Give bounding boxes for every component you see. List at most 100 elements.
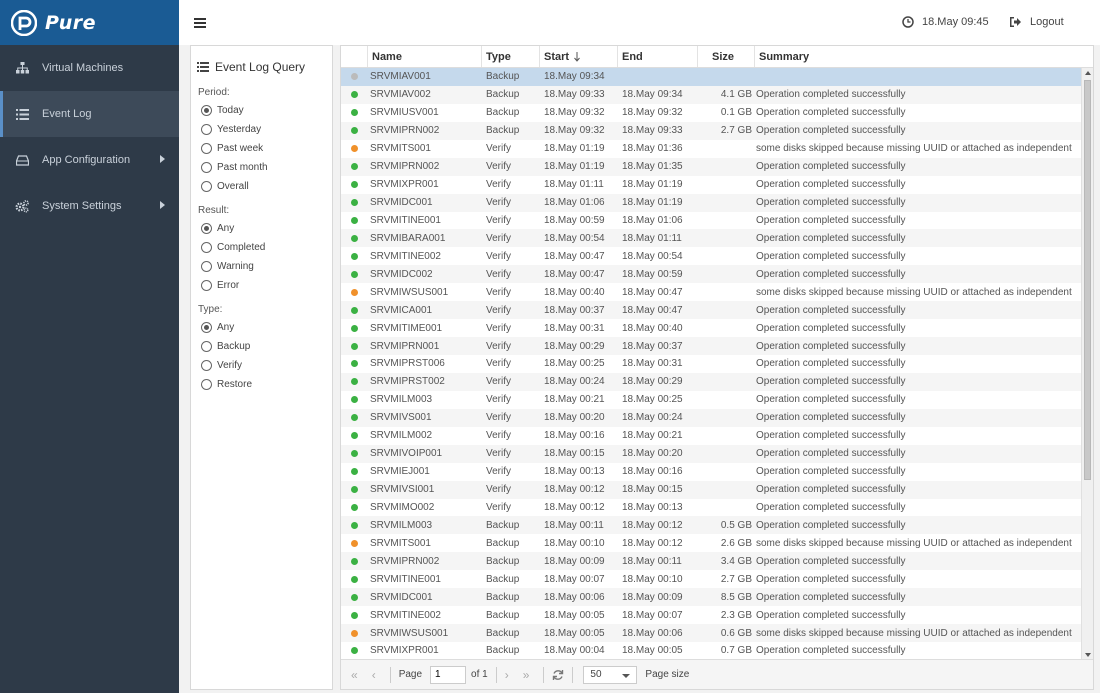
first-page-icon[interactable]: « <box>351 668 358 682</box>
table-row[interactable]: SRVMIWSUS001 Verify 18.May 00:40 18.May 00:… <box>341 283 1083 301</box>
radio-button-icon[interactable] <box>201 242 212 253</box>
table-row[interactable]: SRVMIDC001 Verify 18.May 01:06 18.May 01:19… <box>341 193 1083 212</box>
table-row[interactable]: SRVMIUSV001 Backup 18.May 09:32 18.May 09:3… <box>341 104 1083 122</box>
end-cell: 18.May 09:32 <box>622 107 683 119</box>
result-option-error[interactable]: Error <box>191 276 332 295</box>
last-page-icon[interactable]: » <box>523 668 530 682</box>
period-option-past-week[interactable]: Past week <box>191 139 332 158</box>
radio-button-icon[interactable] <box>201 181 212 192</box>
sidebar-item-system-settings[interactable]: System Settings <box>0 183 179 229</box>
sidebar-item-event-log[interactable]: Event Log <box>0 91 179 137</box>
table-row[interactable]: SRVMIAV001 Backup 18.May 09:34 <box>341 68 1083 86</box>
table-row[interactable]: SRVMIPRN002 Verify 18.May 01:19 18.May 01:3… <box>341 157 1083 176</box>
next-page-icon[interactable]: › <box>505 668 509 682</box>
period-option-yesterday[interactable]: Yesterday <box>191 120 332 139</box>
result-option-any[interactable]: Any <box>191 219 332 238</box>
period-option-past-month[interactable]: Past month <box>191 158 332 177</box>
sidebar-item-label: System Settings <box>42 200 122 212</box>
radio-button-icon[interactable] <box>201 360 212 371</box>
radio-button-icon[interactable] <box>201 143 212 154</box>
table-row[interactable]: SRVMILM003 Backup 18.May 00:11 18.May 00:12… <box>341 516 1083 535</box>
type-option-restore[interactable]: Restore <box>191 375 332 394</box>
status-cell <box>341 552 368 570</box>
column-header-end[interactable]: End <box>618 46 698 67</box>
type-option-backup[interactable]: Backup <box>191 337 332 356</box>
radio-button-icon[interactable] <box>201 322 212 333</box>
type-option-any[interactable]: Any <box>191 318 332 337</box>
radio-button-icon[interactable] <box>201 280 212 291</box>
table-row[interactable]: SRVMIPRN001 Verify 18.May 00:29 18.May 00:3… <box>341 337 1083 355</box>
result-option-completed[interactable]: Completed <box>191 238 332 257</box>
table-row[interactable]: SRVMICA001 Verify 18.May 00:37 18.May 00:47… <box>341 301 1083 320</box>
table-row[interactable]: SRVMITS001 Backup 18.May 00:10 18.May 00:12… <box>341 534 1083 552</box>
start-cell: 18.May 01:19 <box>544 161 605 173</box>
column-header-summary[interactable]: Summary <box>755 46 1093 67</box>
page-size-select[interactable]: 50 <box>583 665 638 684</box>
clock-icon <box>902 16 914 28</box>
page-number-input[interactable] <box>430 665 467 684</box>
radio-button-icon[interactable] <box>201 124 212 135</box>
name-cell: SRVMIPRN001 <box>370 340 440 352</box>
table-row[interactable]: SRVMITINE002 Verify 18.May 00:47 18.May 00:… <box>341 247 1083 265</box>
type-cell: Backup <box>486 107 520 119</box>
table-row[interactable]: SRVMIXPR001 Backup 18.May 00:04 18.May 00:0… <box>341 642 1083 660</box>
column-header-name[interactable]: Name <box>368 46 482 67</box>
table-row[interactable]: SRVMIXPR001 Verify 18.May 01:11 18.May 01:1… <box>341 176 1083 194</box>
end-cell: 18.May 00:31 <box>622 358 683 370</box>
scroll-up-icon[interactable] <box>1085 71 1091 75</box>
table-row[interactable]: SRVMIBARA001 Verify 18.May 00:54 18.May 01:… <box>341 229 1083 248</box>
table-row[interactable]: SRVMIAV002 Backup 18.May 09:33 18.May 09:34… <box>341 85 1083 104</box>
table-row[interactable]: SRVMIPRST002 Verify 18.May 00:24 18.May 00:… <box>341 372 1083 391</box>
sidebar-item-app-configuration[interactable]: App Configuration <box>0 137 179 183</box>
summary-cell: Operation completed successfully <box>756 268 906 280</box>
table-row[interactable]: SRVMIVS001 Verify 18.May 00:20 18.May 00:24… <box>341 408 1083 427</box>
status-cell <box>341 588 368 606</box>
radio-button-icon[interactable] <box>201 379 212 390</box>
column-header-type[interactable]: Type <box>482 46 540 67</box>
page-size-value: 50 <box>590 669 602 680</box>
hamburger-menu-icon[interactable] <box>194 17 206 29</box>
previous-page-icon[interactable]: ‹ <box>372 668 376 682</box>
radio-button-icon[interactable] <box>201 105 212 116</box>
table-row[interactable]: SRVMILM002 Verify 18.May 00:16 18.May 00:21… <box>341 427 1083 445</box>
radio-button-icon[interactable] <box>201 223 212 234</box>
scrollbar-thumb[interactable] <box>1084 80 1091 480</box>
logout-button[interactable]: Logout <box>1009 16 1064 28</box>
table-row[interactable]: SRVMIMO002 Verify 18.May 00:12 18.May 00:13… <box>341 499 1083 517</box>
table-row[interactable]: SRVMIPRN002 Backup 18.May 09:32 18.May 09:3… <box>341 121 1083 140</box>
status-cell <box>341 516 368 534</box>
sidebar-item-virtual-machines[interactable]: Virtual Machines <box>0 45 179 91</box>
vertical-scrollbar[interactable] <box>1081 68 1093 660</box>
table-row[interactable]: SRVMIDC001 Backup 18.May 00:06 18.May 00:09… <box>341 588 1083 607</box>
column-header-start[interactable]: Start <box>540 46 618 67</box>
table-row[interactable]: SRVMIVOIP001 Verify 18.May 00:15 18.May 00:… <box>341 444 1083 463</box>
table-row[interactable]: SRVMITINE001 Verify 18.May 00:59 18.May 01:… <box>341 212 1083 230</box>
table-row[interactable]: SRVMIWSUS001 Backup 18.May 00:05 18.May 00:… <box>341 624 1083 642</box>
scroll-down-icon[interactable] <box>1085 653 1091 657</box>
radio-button-icon[interactable] <box>201 341 212 352</box>
end-cell: 18.May 00:09 <box>622 591 683 603</box>
table-row[interactable]: SRVMIEJ001 Verify 18.May 00:13 18.May 00:16… <box>341 463 1083 481</box>
radio-button-icon[interactable] <box>201 162 212 173</box>
type-option-verify[interactable]: Verify <box>191 356 332 375</box>
table-row[interactable]: SRVMIDC002 Verify 18.May 00:47 18.May 00:59… <box>341 265 1083 284</box>
status-cell <box>341 642 368 660</box>
type-cell: Verify <box>486 161 512 173</box>
period-option-today[interactable]: Today <box>191 101 332 120</box>
period-option-overall[interactable]: Overall <box>191 177 332 196</box>
start-cell: 18.May 00:37 <box>544 304 605 316</box>
table-row[interactable]: SRVMITINE001 Backup 18.May 00:07 18.May 00:… <box>341 570 1083 588</box>
column-header-size[interactable]: Size <box>698 46 755 67</box>
table-row[interactable]: SRVMITIME001 Verify 18.May 00:31 18.May 00:… <box>341 319 1083 337</box>
radio-button-icon[interactable] <box>201 261 212 272</box>
status-success-icon <box>351 199 358 207</box>
table-row[interactable]: SRVMILM003 Verify 18.May 00:21 18.May 00:25… <box>341 391 1083 409</box>
result-option-warning[interactable]: Warning <box>191 257 332 276</box>
status-cell <box>341 445 368 463</box>
table-row[interactable]: SRVMITINE002 Backup 18.May 00:05 18.May 00:… <box>341 606 1083 624</box>
table-row[interactable]: SRVMIPRST006 Verify 18.May 00:25 18.May 00:… <box>341 355 1083 373</box>
table-row[interactable]: SRVMITS001 Verify 18.May 01:19 18.May 01:36… <box>341 140 1083 158</box>
refresh-icon[interactable] <box>552 669 564 681</box>
table-row[interactable]: SRVMIVSI001 Verify 18.May 00:12 18.May 00:1… <box>341 480 1083 499</box>
table-row[interactable]: SRVMIPRN002 Backup 18.May 00:09 18.May 00:1… <box>341 552 1083 571</box>
